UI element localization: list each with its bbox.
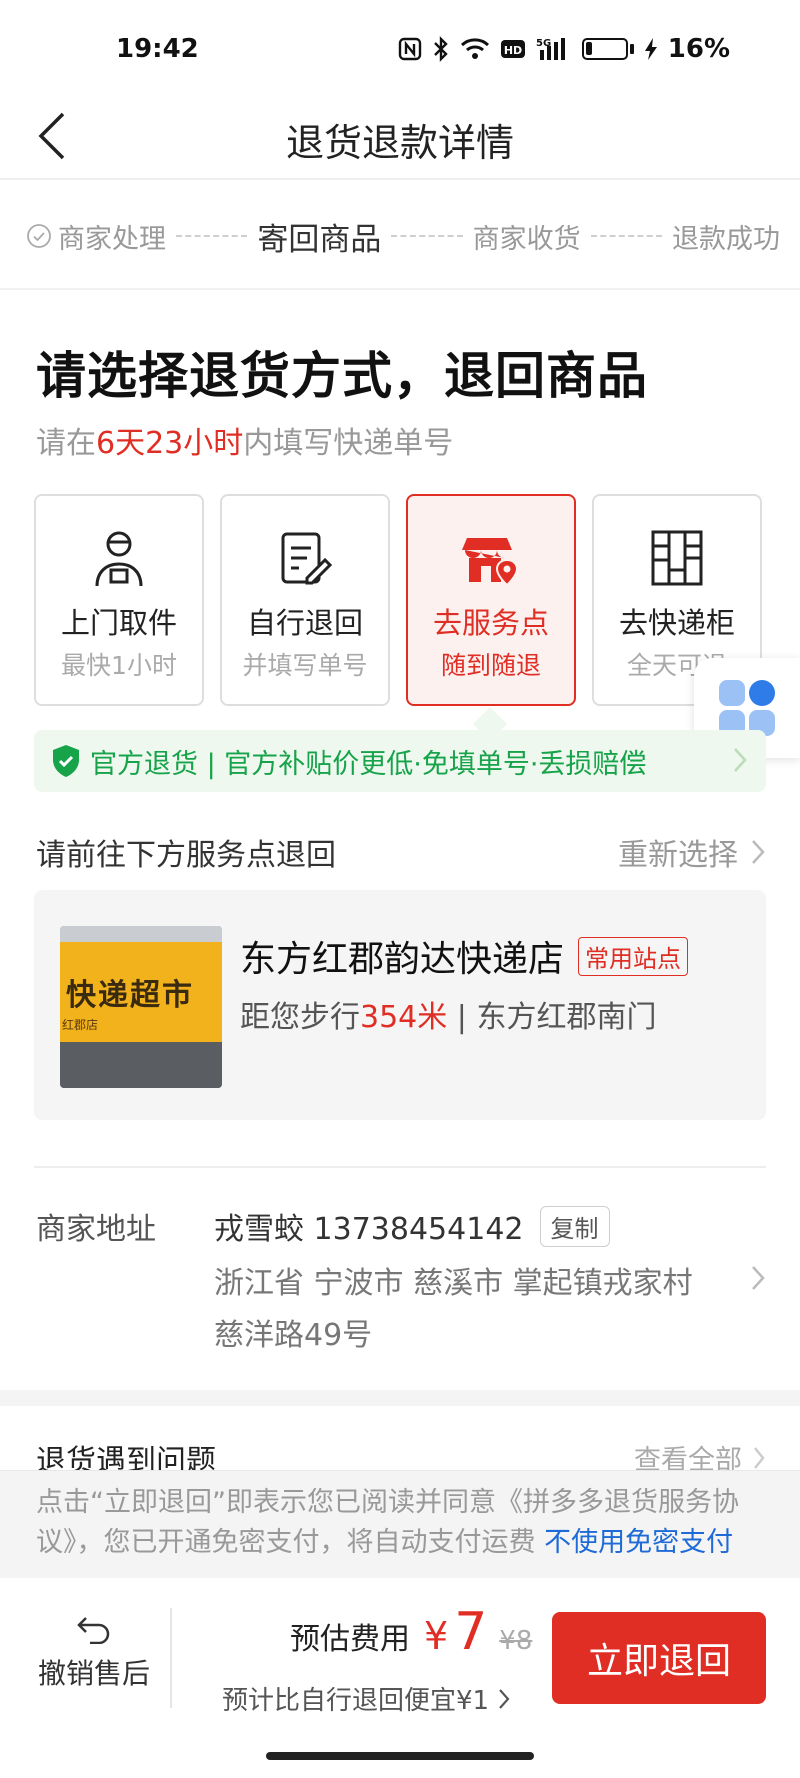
- bottom-action-bar: 撤销售后 预估费用 ¥ 7 ¥8 预计比自行退回便宜¥1 立即退回: [0, 1578, 800, 1778]
- wifi-icon: [460, 35, 490, 63]
- home-indicator[interactable]: [266, 1752, 534, 1760]
- check-circle-icon: [27, 224, 51, 248]
- copy-button[interactable]: 复制: [539, 1205, 610, 1247]
- store-name-row: 东方红郡韵达快递店 常用站点: [240, 930, 689, 982]
- page-title: 退货退款详情: [285, 121, 514, 165]
- distance-prefix: 距您步行: [240, 1000, 360, 1035]
- chevron-right-icon: [752, 840, 765, 864]
- nav-bar: 退货退款详情: [0, 100, 800, 180]
- official-return-text: 官方退货 | 官方补贴价更低·免填单号·丢损赔偿: [90, 748, 647, 780]
- method-self-return[interactable]: 自行退回 并填写单号: [220, 494, 390, 706]
- fee-label: 预估费用: [290, 1622, 410, 1657]
- agreement-text: 点击“立即退回”即表示您已阅读并同意《拼多多退货服务协议》，您已开通免密支付，将…: [36, 1483, 776, 1563]
- undo-icon: [77, 1617, 110, 1644]
- section-separator: [0, 1390, 800, 1406]
- merchant-contact-row: 戎雪蛟 13738454142 复制: [214, 1204, 610, 1248]
- step-send-back: 寄回商品: [257, 221, 382, 258]
- store-photo: 快递超市 红郡店: [60, 926, 222, 1088]
- step-connector: [590, 235, 662, 237]
- step-merchant-receive: 商家收货: [472, 223, 581, 255]
- method-subtitle: 随到随退: [440, 651, 541, 680]
- savings-info[interactable]: 预计比自行退回便宜¥1: [222, 1680, 511, 1717]
- distance-value: 354米: [360, 1000, 448, 1035]
- frequent-station-badge: 常用站点: [578, 936, 689, 976]
- reselect-button[interactable]: 重新选择: [618, 830, 766, 874]
- deadline-text: 请在6天23小时内填写快递单号: [36, 418, 453, 462]
- reselect-label: 重新选择: [618, 838, 738, 873]
- step-refund-success: 退款成功: [671, 223, 780, 255]
- edit-form-icon: [281, 532, 333, 585]
- divider: [0, 288, 800, 290]
- service-point-title: 请前往下方服务点退回: [36, 838, 336, 873]
- store-location-icon: [462, 538, 519, 587]
- agreement-notice: 点击“立即退回”即表示您已阅读并同意《拼多多退货服务协议》，您已开通免密支付，将…: [0, 1470, 800, 1578]
- store-sign-text: 快递超市: [66, 978, 194, 1013]
- disable-password-free-link[interactable]: 不使用免密支付: [544, 1527, 733, 1558]
- method-subtitle: 并填写单号: [242, 651, 368, 680]
- divider: [34, 1166, 766, 1168]
- step-label: 商家处理: [58, 223, 166, 255]
- signal-5g-icon: 5G: [536, 35, 572, 63]
- fee-currency: ¥: [424, 1614, 449, 1658]
- estimated-fee: 预估费用 ¥ 7 ¥8: [290, 1602, 532, 1662]
- chevron-right-icon: [752, 1266, 765, 1290]
- battery-percent: 16%: [667, 34, 730, 64]
- status-bar: 19:42 HD 5G 16%: [0, 0, 800, 100]
- store-distance: 距您步行354米 | 东方红郡南门: [240, 992, 656, 1036]
- hd-icon: HD: [500, 35, 526, 63]
- chevron-right-icon: [734, 748, 747, 772]
- method-title: 自行退回: [246, 606, 363, 640]
- store-name: 东方红郡韵达快递店: [240, 939, 565, 980]
- return-method-options: 上门取件 最快1小时 自行退回 并填写单号 去服务点 随到随退 去快递柜 全天可…: [34, 494, 768, 708]
- chevron-right-icon: [499, 1688, 510, 1709]
- savings-text: 预计比自行退回便宜¥1: [222, 1686, 490, 1716]
- store-sign: 快递超市 红郡店: [60, 942, 222, 1042]
- distance-suffix: | 东方红郡南门: [447, 1000, 657, 1035]
- fee-original-price: ¥8: [499, 1626, 533, 1656]
- method-pickup[interactable]: 上门取件 最快1小时: [34, 494, 204, 706]
- courier-person-icon: [95, 531, 143, 587]
- refund-detail-page: 19:42 HD 5G 16% 退货退款详情 商家处理 寄回商品 商家收货 退款…: [0, 0, 800, 1778]
- nfc-icon: [398, 35, 422, 63]
- status-time: 19:42: [116, 34, 199, 64]
- battery-icon: [581, 38, 628, 60]
- battery-cap: [629, 44, 634, 54]
- step-merchant-process: 商家处理: [26, 217, 166, 256]
- svg-text:HD: HD: [504, 44, 522, 57]
- service-point-card[interactable]: 快递超市 红郡店 东方红郡韵达快递店 常用站点 距您步行354米 | 东方红郡南…: [34, 890, 766, 1120]
- method-service-point[interactable]: 去服务点 随到随退: [406, 494, 576, 706]
- method-title: 去快递柜: [618, 606, 735, 640]
- progress-steps: 商家处理 寄回商品 商家收货 退款成功: [26, 208, 780, 264]
- deadline-suffix: 内填写快递单号: [243, 426, 454, 461]
- chevron-right-icon: [754, 1446, 765, 1469]
- parcel-locker-icon: [651, 530, 703, 586]
- method-title: 去服务点: [432, 606, 549, 640]
- method-subtitle: 最快1小时: [61, 651, 177, 680]
- shield-check-icon: [53, 745, 79, 777]
- official-return-banner[interactable]: 官方退货 | 官方补贴价更低·免填单号·丢损赔偿: [34, 730, 766, 792]
- fee-price: 7: [454, 1602, 488, 1662]
- bluetooth-icon: [432, 35, 450, 63]
- deadline-prefix: 请在: [36, 426, 96, 461]
- store-photo-bottom: [60, 1042, 222, 1088]
- method-title: 上门取件: [60, 606, 177, 640]
- merchant-address-label: 商家地址: [36, 1212, 156, 1247]
- merchant-address[interactable]: 浙江省 宁波市 慈溪市 掌起镇戎家村慈洋路49号: [214, 1258, 714, 1362]
- merchant-contact: 戎雪蛟 13738454142: [214, 1212, 524, 1247]
- return-method-heading: 请选择退货方式，退回商品: [36, 347, 648, 405]
- step-connector: [176, 235, 248, 237]
- store-sign-small: 红郡店: [62, 1018, 99, 1032]
- charging-icon: [644, 35, 658, 63]
- return-now-button[interactable]: 立即退回: [552, 1612, 766, 1704]
- step-connector: [391, 235, 463, 237]
- cancel-after-sale-button[interactable]: 撤销售后: [34, 1614, 154, 1692]
- vertical-divider: [170, 1608, 172, 1708]
- status-icons: HD 5G 16%: [398, 34, 730, 64]
- cancel-label: 撤销售后: [37, 1657, 150, 1690]
- deadline-value: 6天23小时: [96, 426, 244, 461]
